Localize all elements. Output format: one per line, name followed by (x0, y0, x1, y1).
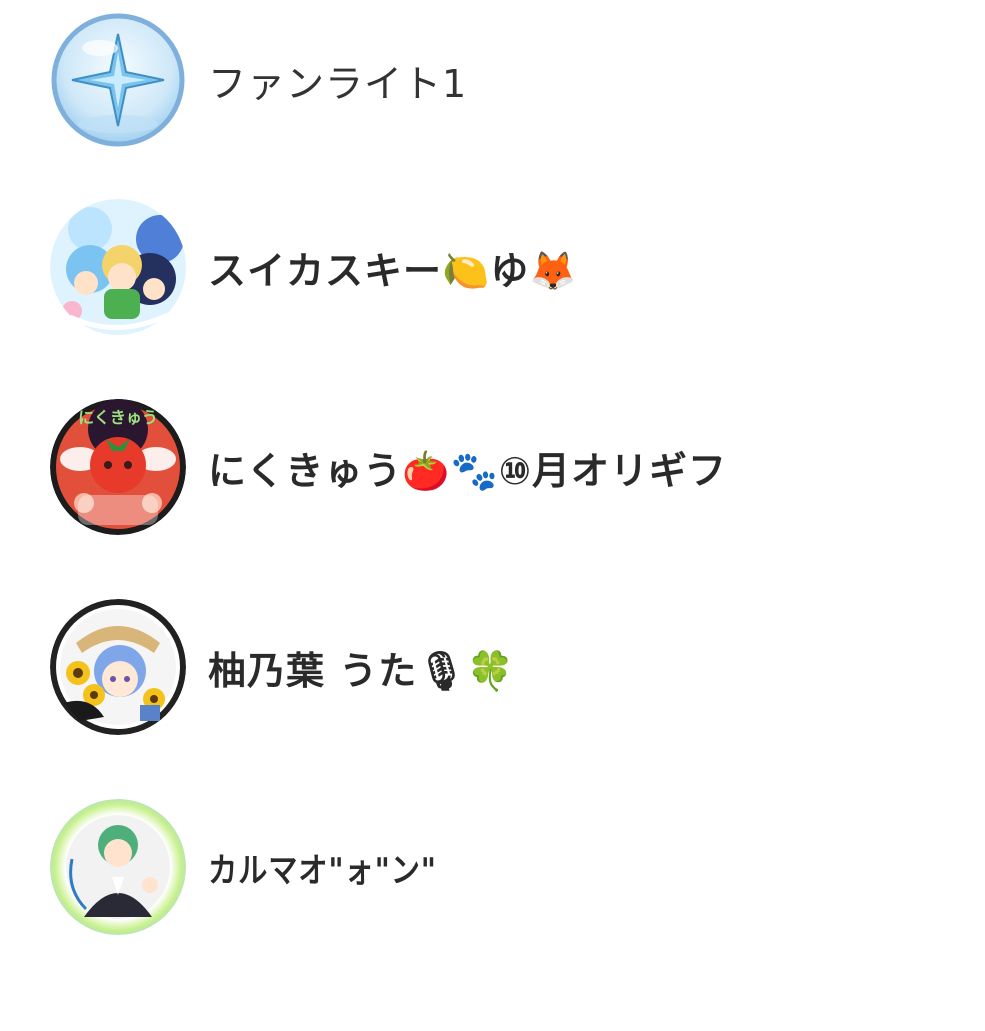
user-list: ファンライト1 スイカスキー🍋ゆ🦊 にくきゅう にくきゅう🍅🐾⑩月オリギフ 柚乃… (0, 0, 985, 1031)
user-row[interactable]: 柚乃葉 うた🎙🍀 (0, 587, 985, 747)
tomato-mascot-avatar[interactable]: にくきゅう (50, 399, 186, 535)
user-row[interactable]: にくきゅう にくきゅう🍅🐾⑩月オリギフ (0, 387, 985, 547)
user-name: カルマオ"ォ"ン" (208, 850, 437, 891)
sparkle-bubble-icon[interactable] (50, 12, 186, 148)
user-row[interactable]: スイカスキー🍋ゆ🦊 (0, 187, 985, 347)
anime-characters-avatar[interactable] (50, 199, 186, 335)
user-name: にくきゅう🍅🐾⑩月オリギフ (208, 448, 728, 493)
user-row[interactable]: ファンライト1 (0, 0, 985, 160)
user-name: スイカスキー🍋ゆ🦊 (208, 248, 578, 293)
user-row[interactable]: カルマオ"ォ"ン" (0, 787, 985, 947)
green-hair-boy-avatar[interactable] (50, 799, 186, 935)
svg-text:にくきゅう: にくきゅう (78, 408, 158, 427)
sunflower-girl-avatar[interactable] (50, 599, 186, 735)
user-name: ファンライト1 (208, 61, 468, 106)
user-name: 柚乃葉 うた🎙🍀 (208, 648, 515, 693)
